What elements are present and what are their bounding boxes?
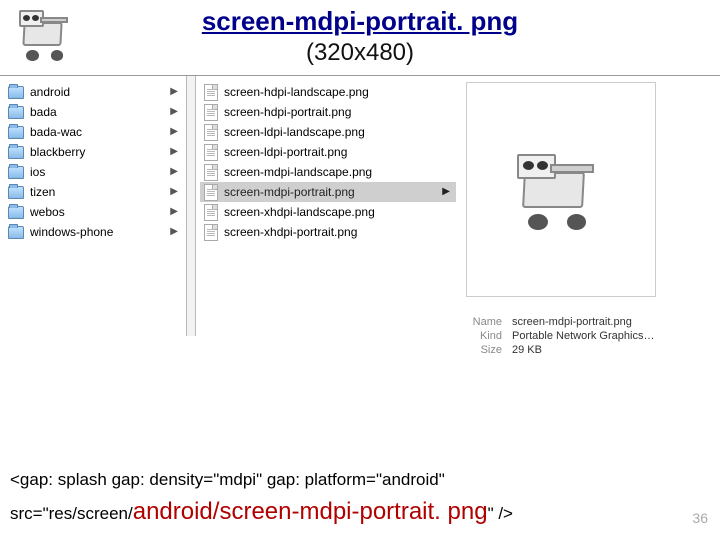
file-row[interactable]: screen-ldpi-landscape.png xyxy=(200,122,456,142)
file-icon xyxy=(204,84,218,101)
page-title: screen-mdpi-portrait. png xyxy=(0,6,720,37)
file-icon xyxy=(204,144,218,161)
folder-label: blackberry xyxy=(30,142,85,162)
file-icon xyxy=(204,124,218,141)
page-subtitle: (320x480) xyxy=(0,39,720,67)
folder-row[interactable]: bada ▶ xyxy=(4,102,184,122)
code-suffix: " /> xyxy=(488,504,513,523)
folder-label: webos xyxy=(30,202,65,222)
file-icon xyxy=(204,104,218,121)
info-name-value: screen-mdpi-portrait.png xyxy=(512,316,632,328)
folder-icon xyxy=(8,226,24,239)
preview-thumbnail xyxy=(466,82,656,297)
code-line-1: <gap: splash gap: density="mdpi" gap: pl… xyxy=(10,470,660,490)
file-icon xyxy=(204,224,218,241)
info-kind-value: Portable Network Graphics… xyxy=(512,330,654,342)
folder-label: tizen xyxy=(30,182,55,202)
folder-label: windows-phone xyxy=(30,222,113,242)
chevron-right-icon: ▶ xyxy=(170,202,178,222)
file-label: screen-xhdpi-portrait.png xyxy=(224,222,357,242)
page-number: 36 xyxy=(692,510,708,526)
code-highlight: android/screen-mdpi-portrait. png xyxy=(133,498,488,525)
folder-row[interactable]: windows-phone ▶ xyxy=(4,222,184,242)
folder-row[interactable]: ios ▶ xyxy=(4,162,184,182)
chevron-right-icon: ▶ xyxy=(442,182,450,202)
file-row[interactable]: screen-mdpi-landscape.png xyxy=(200,162,456,182)
file-row[interactable]: screen-xhdpi-landscape.png xyxy=(200,202,456,222)
folder-row[interactable]: webos ▶ xyxy=(4,202,184,222)
chevron-right-icon: ▶ xyxy=(170,142,178,162)
chevron-right-icon: ▶ xyxy=(170,102,178,122)
folder-icon xyxy=(8,126,24,139)
info-size-value: 29 KB xyxy=(512,344,542,356)
column-divider[interactable] xyxy=(186,76,196,336)
file-row[interactable]: screen-hdpi-landscape.png xyxy=(200,82,456,102)
folder-label: ios xyxy=(30,162,45,182)
folder-icon xyxy=(8,146,24,159)
file-icon xyxy=(204,164,218,181)
file-icon xyxy=(204,204,218,221)
file-label: screen-ldpi-landscape.png xyxy=(224,122,365,142)
chevron-right-icon: ▶ xyxy=(170,182,178,202)
folder-row[interactable]: android ▶ xyxy=(4,82,184,102)
file-row[interactable]: screen-ldpi-portrait.png xyxy=(200,142,456,162)
folder-row[interactable]: blackberry ▶ xyxy=(4,142,184,162)
chevron-right-icon: ▶ xyxy=(170,82,178,102)
file-column: screen-hdpi-landscape.pngscreen-hdpi-por… xyxy=(200,82,456,322)
code-snippet: <gap: splash gap: density="mdpi" gap: pl… xyxy=(10,470,660,526)
info-kind-label: Kind xyxy=(462,330,502,342)
folder-row[interactable]: bada-wac ▶ xyxy=(4,122,184,142)
info-name-label: Name xyxy=(462,316,502,328)
file-label: screen-mdpi-portrait.png xyxy=(224,182,355,202)
folder-icon xyxy=(8,206,24,219)
code-line-2: src="res/screen/android/screen-mdpi-port… xyxy=(10,498,660,526)
code-prefix: src="res/screen/ xyxy=(10,504,133,523)
file-icon xyxy=(204,184,218,201)
file-row[interactable]: screen-hdpi-portrait.png xyxy=(200,102,456,122)
folder-icon xyxy=(8,186,24,199)
preview-info: Name screen-mdpi-portrait.png Kind Portabl… xyxy=(462,314,712,356)
folder-icon xyxy=(8,106,24,119)
file-label: screen-xhdpi-landscape.png xyxy=(224,202,375,222)
folder-label: bada xyxy=(30,102,57,122)
folder-column: android▶bada▶bada-wac▶blackberry▶ios▶tiz… xyxy=(4,82,184,322)
file-label: screen-ldpi-portrait.png xyxy=(224,142,347,162)
folder-label: bada-wac xyxy=(30,122,82,142)
folder-icon xyxy=(8,86,24,99)
chevron-right-icon: ▶ xyxy=(170,162,178,182)
preview-column: Namescreen-mdpi-portrait.png KindPortabl… xyxy=(458,82,716,322)
info-size-label: Size xyxy=(462,344,502,356)
file-row[interactable]: screen-xhdpi-portrait.png xyxy=(200,222,456,242)
file-label: screen-hdpi-portrait.png xyxy=(224,102,351,122)
folder-label: android xyxy=(30,82,70,102)
chevron-right-icon: ▶ xyxy=(170,222,178,242)
file-row[interactable]: screen-mdpi-portrait.png ▶ xyxy=(200,182,456,202)
file-label: screen-hdpi-landscape.png xyxy=(224,82,369,102)
robot-icon xyxy=(12,4,82,64)
folder-row[interactable]: tizen ▶ xyxy=(4,182,184,202)
folder-icon xyxy=(8,166,24,179)
finder-column-view: android▶bada▶bada-wac▶blackberry▶ios▶tiz… xyxy=(0,75,720,345)
chevron-right-icon: ▶ xyxy=(170,122,178,142)
file-label: screen-mdpi-landscape.png xyxy=(224,162,372,182)
